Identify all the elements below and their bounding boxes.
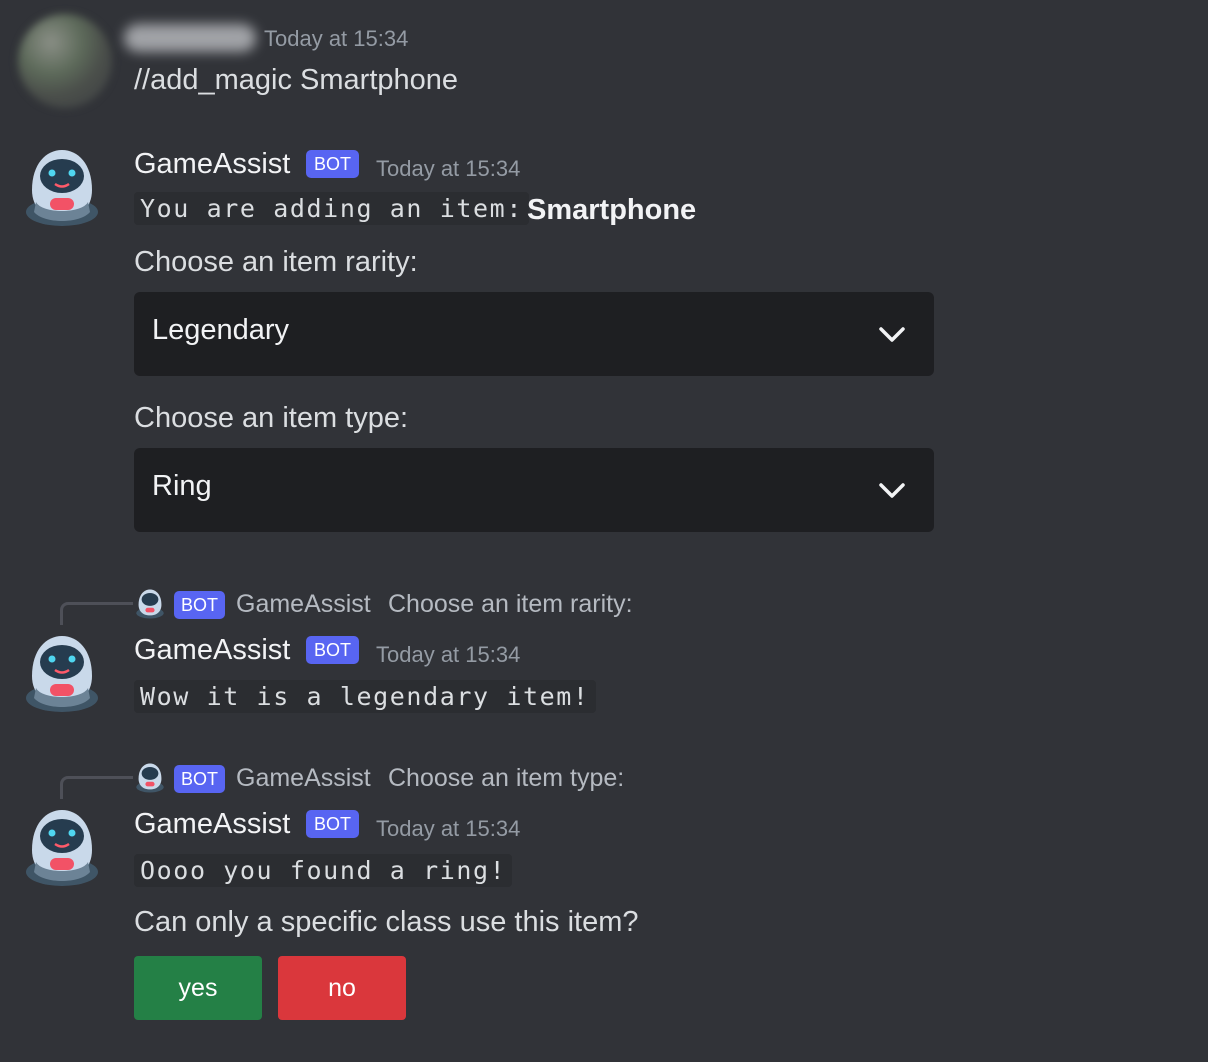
reply-connector: [60, 602, 133, 625]
type-selected-value: Ring: [152, 470, 212, 502]
chevron-down-icon: [879, 483, 905, 498]
rarity-select[interactable]: Legendary: [134, 292, 934, 376]
chat-messages: Today at 15:34 //add_magic Smartphone Ga…: [0, 0, 1208, 1062]
inline-code: Oooo you found a ring!: [134, 854, 513, 887]
type-prompt: Choose an item type:: [134, 402, 409, 434]
class-question: Can only a specific class use this item?: [134, 906, 639, 938]
message-timestamp: Today at 15:34: [376, 642, 521, 667]
message-timestamp: Today at 15:34: [376, 816, 521, 841]
robot-icon[interactable]: [20, 632, 104, 716]
inline-code: Wow it is a legendary item!: [134, 680, 596, 713]
bot-badge: BOT: [306, 636, 360, 664]
reply-username[interactable]: GameAssist: [236, 764, 371, 793]
type-select[interactable]: Ring: [134, 448, 934, 532]
reply-preview-text[interactable]: Choose an item rarity:: [388, 590, 633, 619]
no-button[interactable]: no: [278, 956, 406, 1020]
reply-connector: [60, 776, 133, 799]
robot-icon[interactable]: [134, 588, 166, 620]
user-avatar[interactable]: [18, 14, 112, 108]
username-redacted[interactable]: [124, 24, 256, 52]
yes-button[interactable]: yes: [134, 956, 262, 1020]
reply-preview-text[interactable]: Choose an item type:: [388, 764, 624, 793]
rarity-selected-value: Legendary: [152, 314, 290, 346]
rarity-prompt: Choose an item rarity:: [134, 246, 418, 278]
message-timestamp: Today at 15:34: [376, 156, 521, 181]
bot-badge: BOT: [174, 591, 226, 619]
message-content: //add_magic Smartphone: [134, 64, 459, 96]
bot-username[interactable]: GameAssist: [134, 634, 290, 667]
robot-icon[interactable]: [20, 806, 104, 890]
message-timestamp: Today at 15:34: [264, 26, 409, 51]
reply-username[interactable]: GameAssist: [236, 590, 371, 619]
item-name: Smartphone: [527, 194, 697, 226]
bot-username[interactable]: GameAssist: [134, 148, 290, 181]
chevron-down-icon: [879, 327, 905, 342]
inline-code: You are adding an item:: [134, 192, 529, 225]
robot-icon[interactable]: [20, 146, 104, 230]
robot-icon[interactable]: [134, 762, 166, 794]
bot-badge: BOT: [174, 765, 226, 793]
bot-badge: BOT: [306, 150, 360, 178]
bot-badge: BOT: [306, 810, 360, 838]
bot-username[interactable]: GameAssist: [134, 808, 290, 841]
